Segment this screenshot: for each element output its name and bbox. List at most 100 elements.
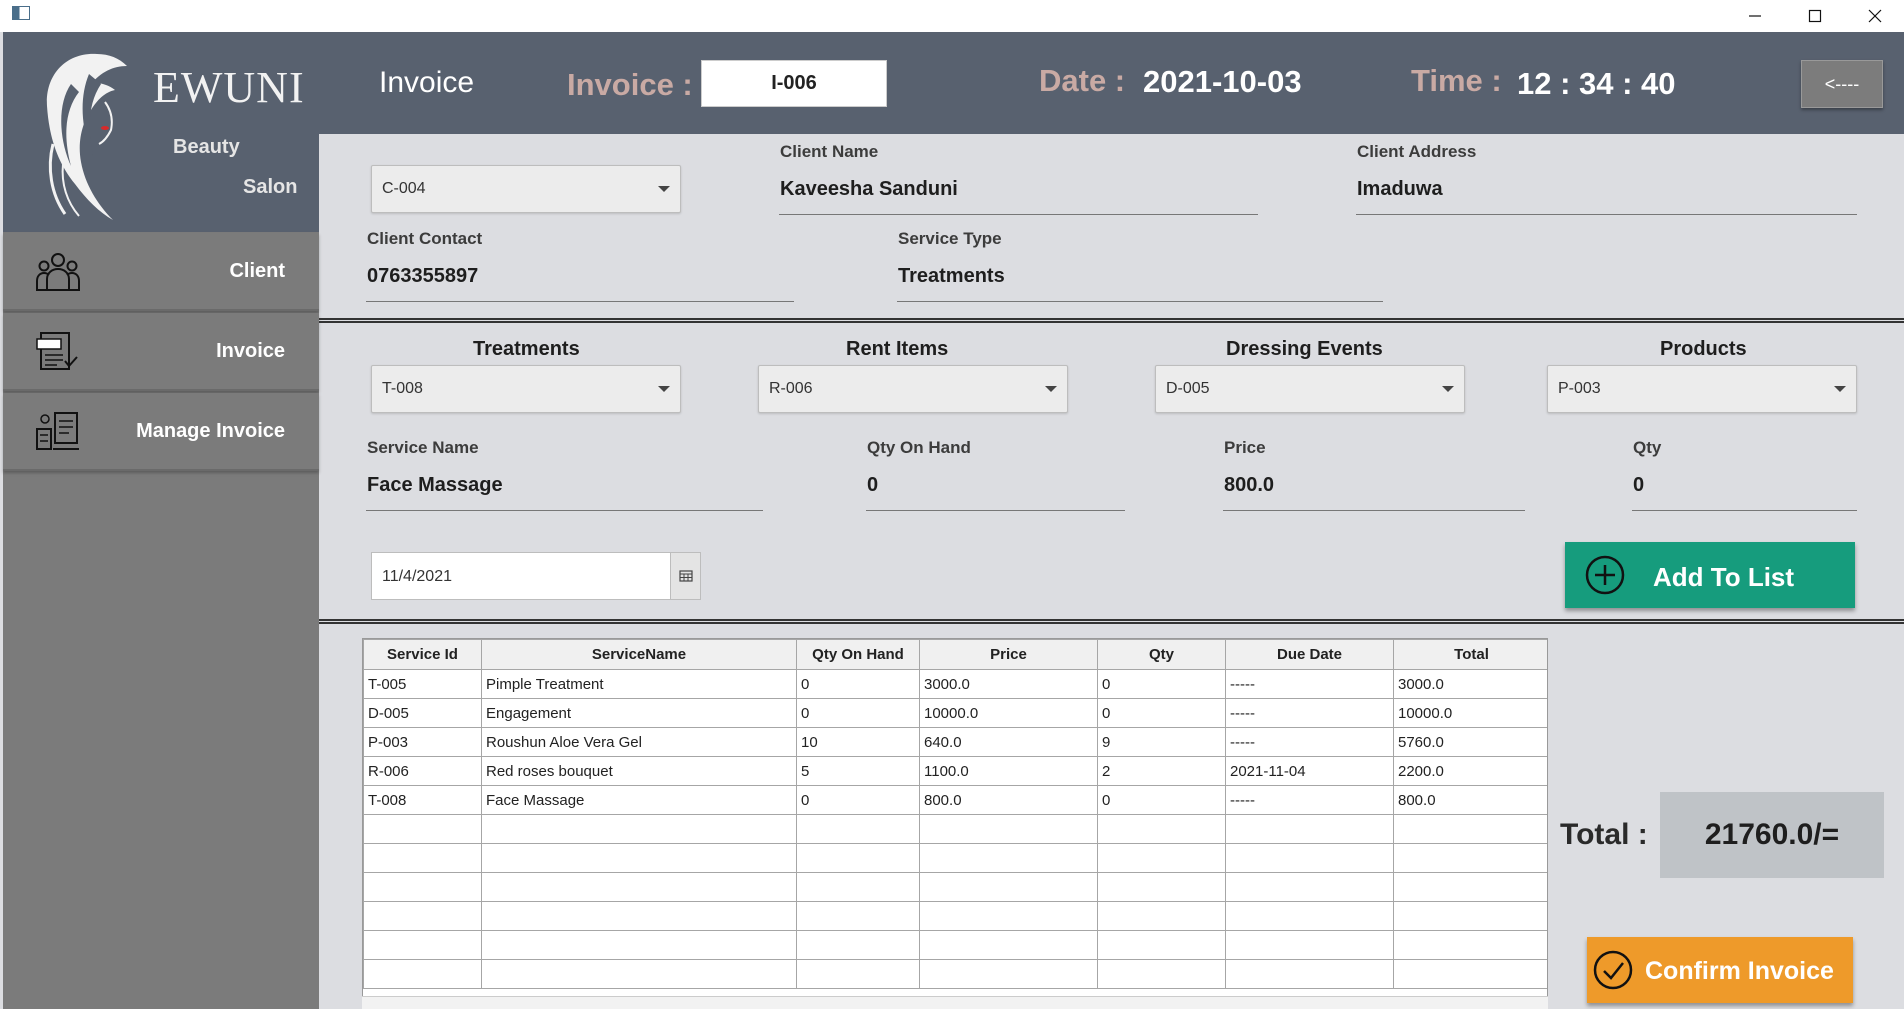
maximize-button[interactable] [1785, 0, 1845, 32]
sidebar-item-label: Manage Invoice [136, 420, 285, 442]
table-empty-row[interactable] [363, 872, 1547, 902]
table-cell: 5 [796, 756, 920, 786]
client-id-selected: C-004 [382, 180, 426, 197]
col-header-service-id[interactable]: Service Id [363, 639, 482, 670]
chevron-down-icon [1045, 386, 1057, 392]
client-contact-underline [366, 301, 794, 302]
col-header-qty-on-hand[interactable]: Qty On Hand [796, 639, 920, 670]
col-header-due-date[interactable]: Due Date [1225, 639, 1394, 670]
sidebar-item-client[interactable]: Client [3, 233, 319, 311]
qty-underline [1632, 510, 1857, 511]
table-cell: 2021-11-04 [1225, 756, 1394, 786]
client-contact-label: Client Contact [367, 229, 483, 248]
price-underline [1223, 510, 1525, 511]
client-id-select[interactable]: C-004 [371, 165, 681, 213]
confirm-invoice-button[interactable]: Confirm Invoice [1587, 937, 1853, 1003]
table-empty-row[interactable] [363, 843, 1547, 873]
treatments-title: Treatments [473, 338, 580, 360]
invoice-items-table[interactable]: Service Id ServiceName Qty On Hand Price… [362, 638, 1548, 1009]
table-cell: 0 [1097, 669, 1226, 699]
back-button[interactable]: <---- [1801, 60, 1883, 108]
plus-circle-icon [1585, 555, 1625, 595]
due-date-picker[interactable]: 11/4/2021 [371, 552, 701, 600]
table-cell: ----- [1225, 727, 1394, 757]
section-divider [319, 318, 1904, 323]
qty-label: Qty [1633, 438, 1662, 457]
add-to-list-button[interactable]: Add To List [1565, 542, 1855, 608]
page-title: Invoice [379, 66, 475, 99]
table-empty-row[interactable] [363, 959, 1547, 989]
service-name-underline [366, 510, 763, 511]
minimize-icon [1749, 15, 1761, 17]
brand-name: EWUNI [153, 63, 305, 112]
qty-on-hand-underline [866, 510, 1125, 511]
rent-items-select[interactable]: R-006 [758, 365, 1068, 413]
col-header-price[interactable]: Price [919, 639, 1098, 670]
table-cell: 640.0 [919, 727, 1098, 757]
client-address-field[interactable]: Imaduwa [1357, 178, 1443, 201]
calendar-button[interactable] [670, 553, 700, 599]
table-cell: 800.0 [919, 785, 1098, 815]
invoice-id-field[interactable]: I-006 [701, 60, 887, 107]
table-cell: ----- [1225, 698, 1394, 728]
price-field[interactable]: 800.0 [1224, 474, 1274, 497]
rent-items-selected: R-006 [769, 380, 813, 397]
col-header-qty[interactable]: Qty [1097, 639, 1226, 670]
brand-subtitle-beauty: Beauty [173, 136, 240, 158]
table-cell: Roushun Aloe Vera Gel [481, 727, 797, 757]
col-header-service-name[interactable]: ServiceName [481, 639, 797, 670]
table-row[interactable]: R-006 Red roses bouquet 5 1100.0 2 2021-… [363, 756, 1547, 786]
time-label: Time : [1411, 63, 1502, 98]
calendar-icon [678, 570, 693, 582]
table-cell: 0 [796, 785, 920, 815]
table-empty-row[interactable] [363, 901, 1547, 931]
table-row[interactable]: T-005 Pimple Treatment 0 3000.0 0 ----- … [363, 669, 1547, 699]
qty-field[interactable]: 0 [1633, 474, 1644, 497]
table-cell: 9 [1097, 727, 1226, 757]
client-name-label: Client Name [780, 142, 879, 161]
treatments-selected: T-008 [382, 380, 423, 397]
client-name-field[interactable]: Kaveesha Sanduni [780, 178, 958, 201]
service-name-field[interactable]: Face Massage [367, 474, 503, 497]
manage-invoice-icon [36, 412, 79, 450]
dressing-events-select[interactable]: D-005 [1155, 365, 1465, 413]
chevron-down-icon [1834, 386, 1846, 392]
chevron-down-icon [1442, 386, 1454, 392]
table-cell: 0 [796, 669, 920, 699]
check-circle-icon [1593, 950, 1633, 990]
brand-logo: EWUNI Beauty Salon [3, 32, 319, 232]
table-header-row: Service Id ServiceName Qty On Hand Price… [363, 639, 1547, 670]
service-type-label: Service Type [898, 229, 1002, 248]
table-cell: 10000.0 [919, 698, 1098, 728]
total-value: 21760.0/= [1660, 792, 1884, 878]
minimize-button[interactable] [1725, 0, 1785, 32]
table-empty-row[interactable] [363, 814, 1547, 844]
close-icon [1868, 9, 1882, 23]
client-contact-field[interactable]: 0763355897 [367, 265, 478, 288]
qty-on-hand-field[interactable]: 0 [867, 474, 878, 497]
treatments-select[interactable]: T-008 [371, 365, 681, 413]
table-row[interactable]: T-008 Face Massage 0 800.0 0 ----- 800.0 [363, 785, 1547, 815]
table-cell: 2 [1097, 756, 1226, 786]
products-select[interactable]: P-003 [1547, 365, 1857, 413]
table-horizontal-scrollbar[interactable] [362, 996, 1548, 1009]
table-cell: 0 [796, 698, 920, 728]
sidebar-item-manage-invoice[interactable]: Manage Invoice [3, 393, 319, 471]
close-button[interactable] [1845, 0, 1904, 32]
invoice-id-label: Invoice : [567, 67, 693, 102]
table-row[interactable]: P-003 Roushun Aloe Vera Gel 10 640.0 9 -… [363, 727, 1547, 757]
client-name-underline [779, 214, 1258, 215]
client-address-underline [1356, 214, 1857, 215]
table-cell: ----- [1225, 785, 1394, 815]
dressing-events-selected: D-005 [1166, 380, 1210, 397]
service-type-field[interactable]: Treatments [898, 265, 1005, 288]
woman-silhouette-icon [46, 53, 127, 221]
table-empty-row[interactable] [363, 930, 1547, 960]
sidebar-item-invoice[interactable]: Invoice [3, 313, 319, 391]
date-label: Date : [1039, 63, 1126, 98]
col-header-total[interactable]: Total [1393, 639, 1547, 670]
header-bar: Invoice Invoice : I-006 Date : 2021-10-0… [319, 32, 1904, 134]
confirm-invoice-label: Confirm Invoice [1645, 957, 1834, 985]
table-row[interactable]: D-005 Engagement 0 10000.0 0 ----- 10000… [363, 698, 1547, 728]
service-name-label: Service Name [367, 438, 479, 457]
